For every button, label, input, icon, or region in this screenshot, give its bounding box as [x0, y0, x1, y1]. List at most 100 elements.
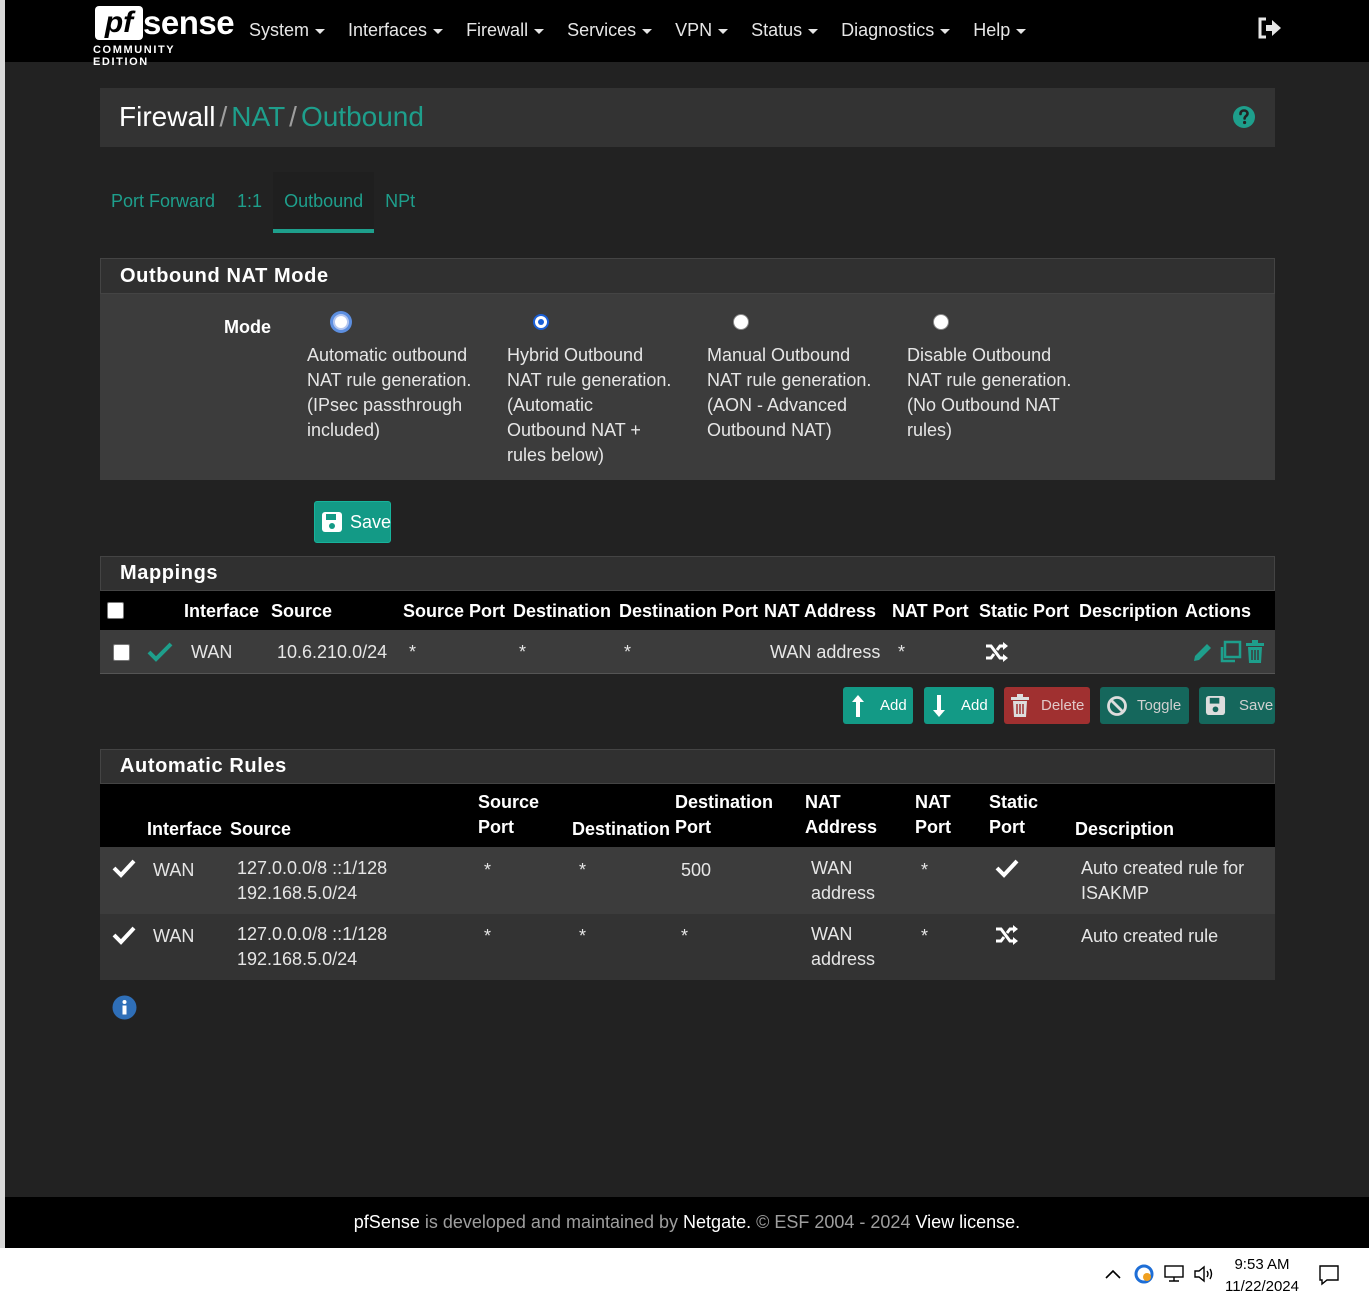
footer-brand: pfSense [353, 1212, 420, 1232]
edit-icon[interactable] [1192, 641, 1214, 663]
menu-label: Services [567, 20, 637, 40]
cell-interface: WAN [153, 926, 195, 946]
header-source-port: Source Port [478, 792, 540, 837]
info-icon[interactable] [112, 995, 137, 1020]
radio-manual[interactable] [733, 314, 749, 330]
footer-text: is developed and maintained by [419, 1212, 684, 1232]
panel-title: Outbound NAT Mode [100, 258, 1275, 294]
mappings-panel: Mappings Interface Source Source Port De… [100, 556, 1275, 674]
mode-option-disable[interactable]: Disable Outbound NAT rule generation. (N… [907, 314, 1077, 443]
tab-one-to-one[interactable]: 1:1 [226, 172, 273, 233]
page-footer: pfSense is developed and maintained by N… [5, 1197, 1369, 1248]
header-nat-port: NAT Port [915, 792, 951, 837]
view-license-link[interactable]: View license. [915, 1212, 1020, 1232]
check-icon [112, 859, 136, 878]
pfsense-logo[interactable]: pf sense COMMUNITY EDITION [93, 4, 235, 68]
header-nat-address: NAT Address [764, 601, 877, 621]
radio-disable[interactable] [933, 314, 949, 330]
logo-edition: COMMUNITY EDITION [93, 44, 176, 68]
caret-down-icon [808, 28, 819, 34]
volume-icon[interactable] [1193, 1264, 1215, 1284]
caret-down-icon [940, 28, 951, 34]
breadcrumb: Firewall / NAT / Outbound [100, 88, 1275, 147]
breadcrumb-separator: / [289, 101, 297, 132]
header-source: Source [230, 819, 292, 839]
breadcrumb-firewall: Firewall [119, 101, 216, 132]
toggle-selected-button[interactable]: Toggle [1100, 687, 1189, 724]
taskbar: 9:53 AM 11/22/2024 [0, 1248, 1369, 1299]
radio-hybrid[interactable] [533, 314, 549, 330]
caret-down-icon [642, 28, 653, 34]
mode-option-text: Manual Outbound NAT rule generation. (AO… [707, 345, 872, 440]
cell-destination-port: * [624, 642, 632, 662]
header-source: Source [271, 601, 333, 621]
save-mode-button[interactable]: Save [314, 501, 391, 543]
cell-nat-port: * [921, 860, 929, 880]
cell-destination: * [579, 926, 587, 946]
logo-pf-mark: pf [95, 6, 143, 40]
table-row[interactable]: WAN 10.6.210.0/24 * * * WAN address * [100, 630, 1275, 674]
cell-nat-address: WAN address [811, 924, 876, 969]
browser-viewport: pf sense COMMUNITY EDITION System Interf… [5, 0, 1369, 1248]
header-interface: Interface [147, 819, 223, 839]
menu-system[interactable]: System [249, 18, 326, 42]
menu-services[interactable]: Services [567, 18, 653, 42]
network-icon[interactable] [1163, 1264, 1185, 1284]
menu-label: Interfaces [348, 20, 428, 40]
header-static-port: Static Port [979, 601, 1070, 621]
cell-nat-port: * [898, 642, 906, 662]
header-nat-address: NAT Address [805, 792, 878, 837]
breadcrumb-nat[interactable]: NAT [231, 101, 285, 132]
save-icon [1205, 695, 1226, 716]
mode-option-text: Automatic outbound NAT rule generation. … [307, 345, 472, 440]
mode-option-hybrid[interactable]: Hybrid Outbound NAT rule generation. (Au… [507, 314, 677, 468]
security-app-icon[interactable] [1134, 1264, 1154, 1284]
notifications-icon[interactable] [1318, 1264, 1340, 1286]
add-top-button[interactable]: Add [843, 687, 913, 724]
header-description: Description [1079, 601, 1179, 621]
cell-destination-port: * [681, 926, 689, 946]
save-order-button[interactable]: Save [1199, 687, 1275, 724]
header-nat-port: NAT Port [892, 601, 969, 621]
menu-vpn[interactable]: VPN [675, 18, 729, 42]
panel-title: Automatic Rules [100, 749, 1275, 784]
mode-option-automatic[interactable]: Automatic outbound NAT rule generation. … [307, 314, 477, 443]
check-icon[interactable] [147, 642, 173, 662]
tab-npt[interactable]: NPt [374, 172, 426, 233]
cell-source-port: * [484, 926, 492, 946]
clock-date: 11/22/2024 [1225, 1278, 1299, 1295]
menu-status[interactable]: Status [751, 18, 819, 42]
clock[interactable]: 9:53 AM 11/22/2024 [1220, 1254, 1304, 1298]
row-checkbox[interactable] [113, 644, 130, 661]
menu-help[interactable]: Help [973, 18, 1027, 42]
chevron-up-icon[interactable] [1104, 1268, 1122, 1280]
delete-selected-button[interactable]: Delete [1004, 687, 1090, 724]
cell-nat-port: * [921, 926, 929, 946]
logout-icon[interactable] [1257, 16, 1283, 40]
delete-icon[interactable] [1245, 640, 1265, 664]
header-destination: Destination [572, 819, 671, 839]
nat-tabs: Port Forward 1:1 Outbound NPt [100, 172, 426, 233]
delete-label: Delete [1041, 697, 1085, 714]
save-label: Save [1239, 697, 1274, 714]
select-all-checkbox[interactable] [107, 602, 124, 619]
cell-source-port: * [484, 860, 492, 880]
copy-icon[interactable] [1218, 640, 1242, 664]
trash-icon [1011, 693, 1029, 717]
menu-label: VPN [675, 20, 713, 40]
netgate-link[interactable]: Netgate. [683, 1212, 751, 1232]
menu-firewall[interactable]: Firewall [466, 18, 545, 42]
tab-outbound[interactable]: Outbound [273, 172, 375, 233]
mode-option-manual[interactable]: Manual Outbound NAT rule generation. (AO… [707, 314, 877, 443]
tab-port-forward[interactable]: Port Forward [100, 172, 226, 233]
help-icon[interactable] [1232, 105, 1256, 129]
logo-sense-text: sense [143, 4, 235, 41]
menu-interfaces[interactable]: Interfaces [348, 18, 444, 42]
radio-automatic[interactable] [333, 314, 349, 330]
menu-diagnostics[interactable]: Diagnostics [841, 18, 951, 42]
breadcrumb-outbound[interactable]: Outbound [301, 101, 424, 132]
add-bottom-button[interactable]: Add [924, 687, 994, 724]
cell-destination-port: 500 [681, 860, 712, 880]
header-static-port: Static Port [989, 792, 1039, 837]
add-label: Add [880, 697, 907, 714]
